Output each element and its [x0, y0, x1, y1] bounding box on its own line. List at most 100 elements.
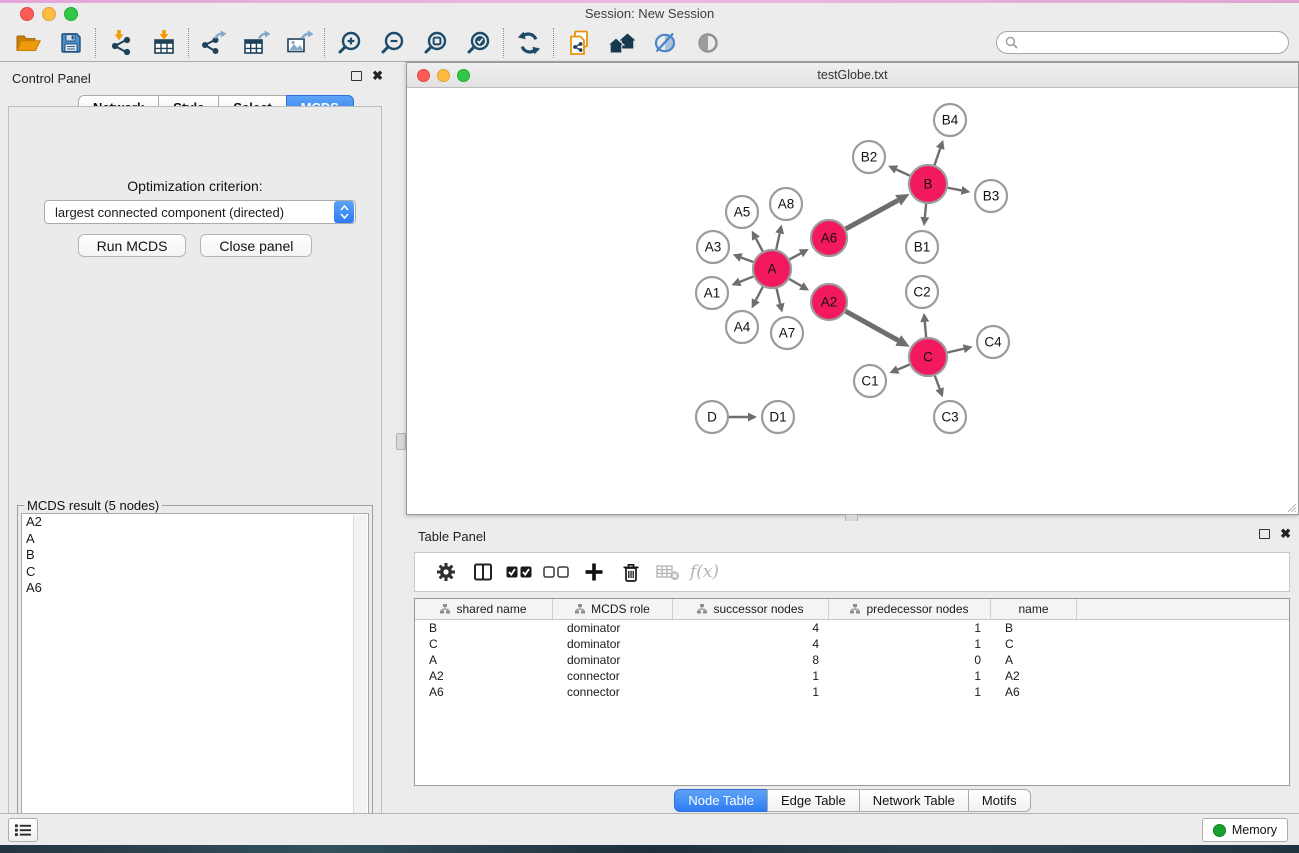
- cell[interactable]: dominator: [553, 621, 673, 635]
- show-graphics-details-button[interactable]: [686, 26, 729, 60]
- table-row[interactable]: A6connector11A6: [415, 684, 1289, 700]
- edge-A2-C[interactable]: [846, 311, 899, 340]
- tab-motifs[interactable]: Motifs: [968, 789, 1031, 812]
- edge-A-A4[interactable]: [756, 287, 763, 301]
- cell[interactable]: 4: [673, 637, 829, 651]
- edge-A-A2[interactable]: [789, 279, 801, 286]
- cell[interactable]: dominator: [553, 637, 673, 651]
- search-field[interactable]: [996, 31, 1289, 54]
- cell[interactable]: B: [991, 621, 1077, 635]
- cell[interactable]: 1: [829, 637, 991, 651]
- network-window-titlebar[interactable]: testGlobe.txt: [407, 63, 1298, 88]
- import-network-button[interactable]: [99, 26, 142, 60]
- cell[interactable]: connector: [553, 669, 673, 683]
- hide-graphics-details-button[interactable]: [643, 26, 686, 60]
- cell[interactable]: 0: [829, 653, 991, 667]
- mcds-result-item[interactable]: A6: [22, 580, 368, 597]
- show-columns-button[interactable]: [464, 557, 501, 587]
- edge-A-A6[interactable]: [790, 253, 801, 259]
- zoom-out-button[interactable]: [371, 26, 414, 60]
- vertical-splitter-handle[interactable]: [396, 433, 406, 450]
- mcds-result-item[interactable]: A: [22, 531, 368, 548]
- close-panel-icon[interactable]: ✖: [372, 71, 383, 81]
- edge-C-C1[interactable]: [898, 365, 910, 370]
- table-row[interactable]: Cdominator41C: [415, 636, 1289, 652]
- table-row[interactable]: A2connector11A2: [415, 668, 1289, 684]
- table-row[interactable]: Bdominator41B: [415, 620, 1289, 636]
- cell[interactable]: 1: [829, 685, 991, 699]
- zoom-in-button[interactable]: [328, 26, 371, 60]
- edge-B-B3[interactable]: [948, 188, 962, 191]
- column-header-successor-nodes[interactable]: successor nodes: [673, 599, 829, 619]
- cell[interactable]: A2: [415, 669, 553, 683]
- cell[interactable]: dominator: [553, 653, 673, 667]
- cell[interactable]: 1: [829, 621, 991, 635]
- edge-C-C3[interactable]: [935, 376, 940, 389]
- edge-B-B1[interactable]: [925, 204, 926, 217]
- edge-A-A3[interactable]: [741, 257, 753, 262]
- create-column-button[interactable]: [575, 557, 612, 587]
- cell[interactable]: C: [415, 637, 553, 651]
- edge-A-A8[interactable]: [776, 233, 779, 249]
- network-canvas[interactable]: B4B2BB3A8A5A6A3B1AA1C2A2A4A7C4CC1C3DD1: [407, 88, 1298, 514]
- mcds-result-item[interactable]: B: [22, 547, 368, 564]
- search-input[interactable]: [1023, 35, 1288, 51]
- import-table-button[interactable]: [142, 26, 185, 60]
- column-header-shared-name[interactable]: shared name: [415, 599, 553, 619]
- result-scrollbar[interactable]: [353, 515, 367, 819]
- cell[interactable]: A2: [991, 669, 1077, 683]
- mcds-result-list[interactable]: A2ABCA6: [21, 513, 369, 821]
- home-layout-button[interactable]: [600, 26, 643, 60]
- cell[interactable]: 1: [829, 669, 991, 683]
- select-all-columns-button[interactable]: [501, 557, 538, 587]
- edge-C-C2[interactable]: [925, 322, 926, 337]
- table-settings-button[interactable]: [427, 557, 464, 587]
- zoom-fit-button[interactable]: [414, 26, 457, 60]
- cell[interactable]: B: [415, 621, 553, 635]
- export-image-button[interactable]: [278, 26, 321, 60]
- export-network-button[interactable]: [192, 26, 235, 60]
- refresh-button[interactable]: [507, 26, 550, 60]
- column-header-name[interactable]: name: [991, 599, 1077, 619]
- table-row[interactable]: Adominator80A: [415, 652, 1289, 668]
- float-panel-icon[interactable]: [351, 71, 362, 81]
- open-session-button[interactable]: [6, 26, 49, 60]
- tab-network-table[interactable]: Network Table: [859, 789, 969, 812]
- edge-A-A1[interactable]: [740, 276, 754, 281]
- column-header-predecessor-nodes[interactable]: predecessor nodes: [829, 599, 991, 619]
- cell[interactable]: 1: [673, 685, 829, 699]
- column-header-MCDS-role[interactable]: MCDS role: [553, 599, 673, 619]
- cell[interactable]: C: [991, 637, 1077, 651]
- delete-column-button[interactable]: [612, 557, 649, 587]
- mcds-result-item[interactable]: C: [22, 564, 368, 581]
- task-history-button[interactable]: [8, 818, 38, 842]
- network-graph[interactable]: B4B2BB3A8A5A6A3B1AA1C2A2A4A7C4CC1C3DD1: [407, 88, 1298, 514]
- cell[interactable]: 8: [673, 653, 829, 667]
- cell[interactable]: A6: [415, 685, 553, 699]
- optimization-criterion-select[interactable]: largest connected component (directed): [44, 200, 356, 224]
- cell[interactable]: 1: [673, 669, 829, 683]
- save-session-button[interactable]: [49, 26, 92, 60]
- cell[interactable]: A: [991, 653, 1077, 667]
- cell[interactable]: 4: [673, 621, 829, 635]
- clone-network-button[interactable]: [557, 26, 600, 60]
- memory-button[interactable]: Memory: [1202, 818, 1288, 842]
- run-mcds-button[interactable]: Run MCDS: [78, 234, 187, 257]
- mcds-result-item[interactable]: A2: [22, 514, 368, 531]
- edge-C-C4[interactable]: [947, 349, 963, 353]
- edge-A-A5[interactable]: [756, 239, 763, 252]
- zoom-selected-button[interactable]: [457, 26, 500, 60]
- cell[interactable]: connector: [553, 685, 673, 699]
- close-table-panel-icon[interactable]: ✖: [1280, 529, 1291, 539]
- cell[interactable]: A6: [991, 685, 1077, 699]
- tab-node-table[interactable]: Node Table: [674, 789, 768, 812]
- edge-A6-B[interactable]: [846, 200, 898, 229]
- edge-B-B4[interactable]: [935, 148, 941, 165]
- resize-grip-icon[interactable]: [1286, 502, 1297, 513]
- deselect-all-columns-button[interactable]: [538, 557, 575, 587]
- export-table-button[interactable]: [235, 26, 278, 60]
- tab-edge-table[interactable]: Edge Table: [767, 789, 860, 812]
- edge-B-B2[interactable]: [896, 169, 910, 175]
- close-panel-button[interactable]: Close panel: [200, 234, 312, 257]
- float-table-panel-icon[interactable]: [1259, 529, 1270, 539]
